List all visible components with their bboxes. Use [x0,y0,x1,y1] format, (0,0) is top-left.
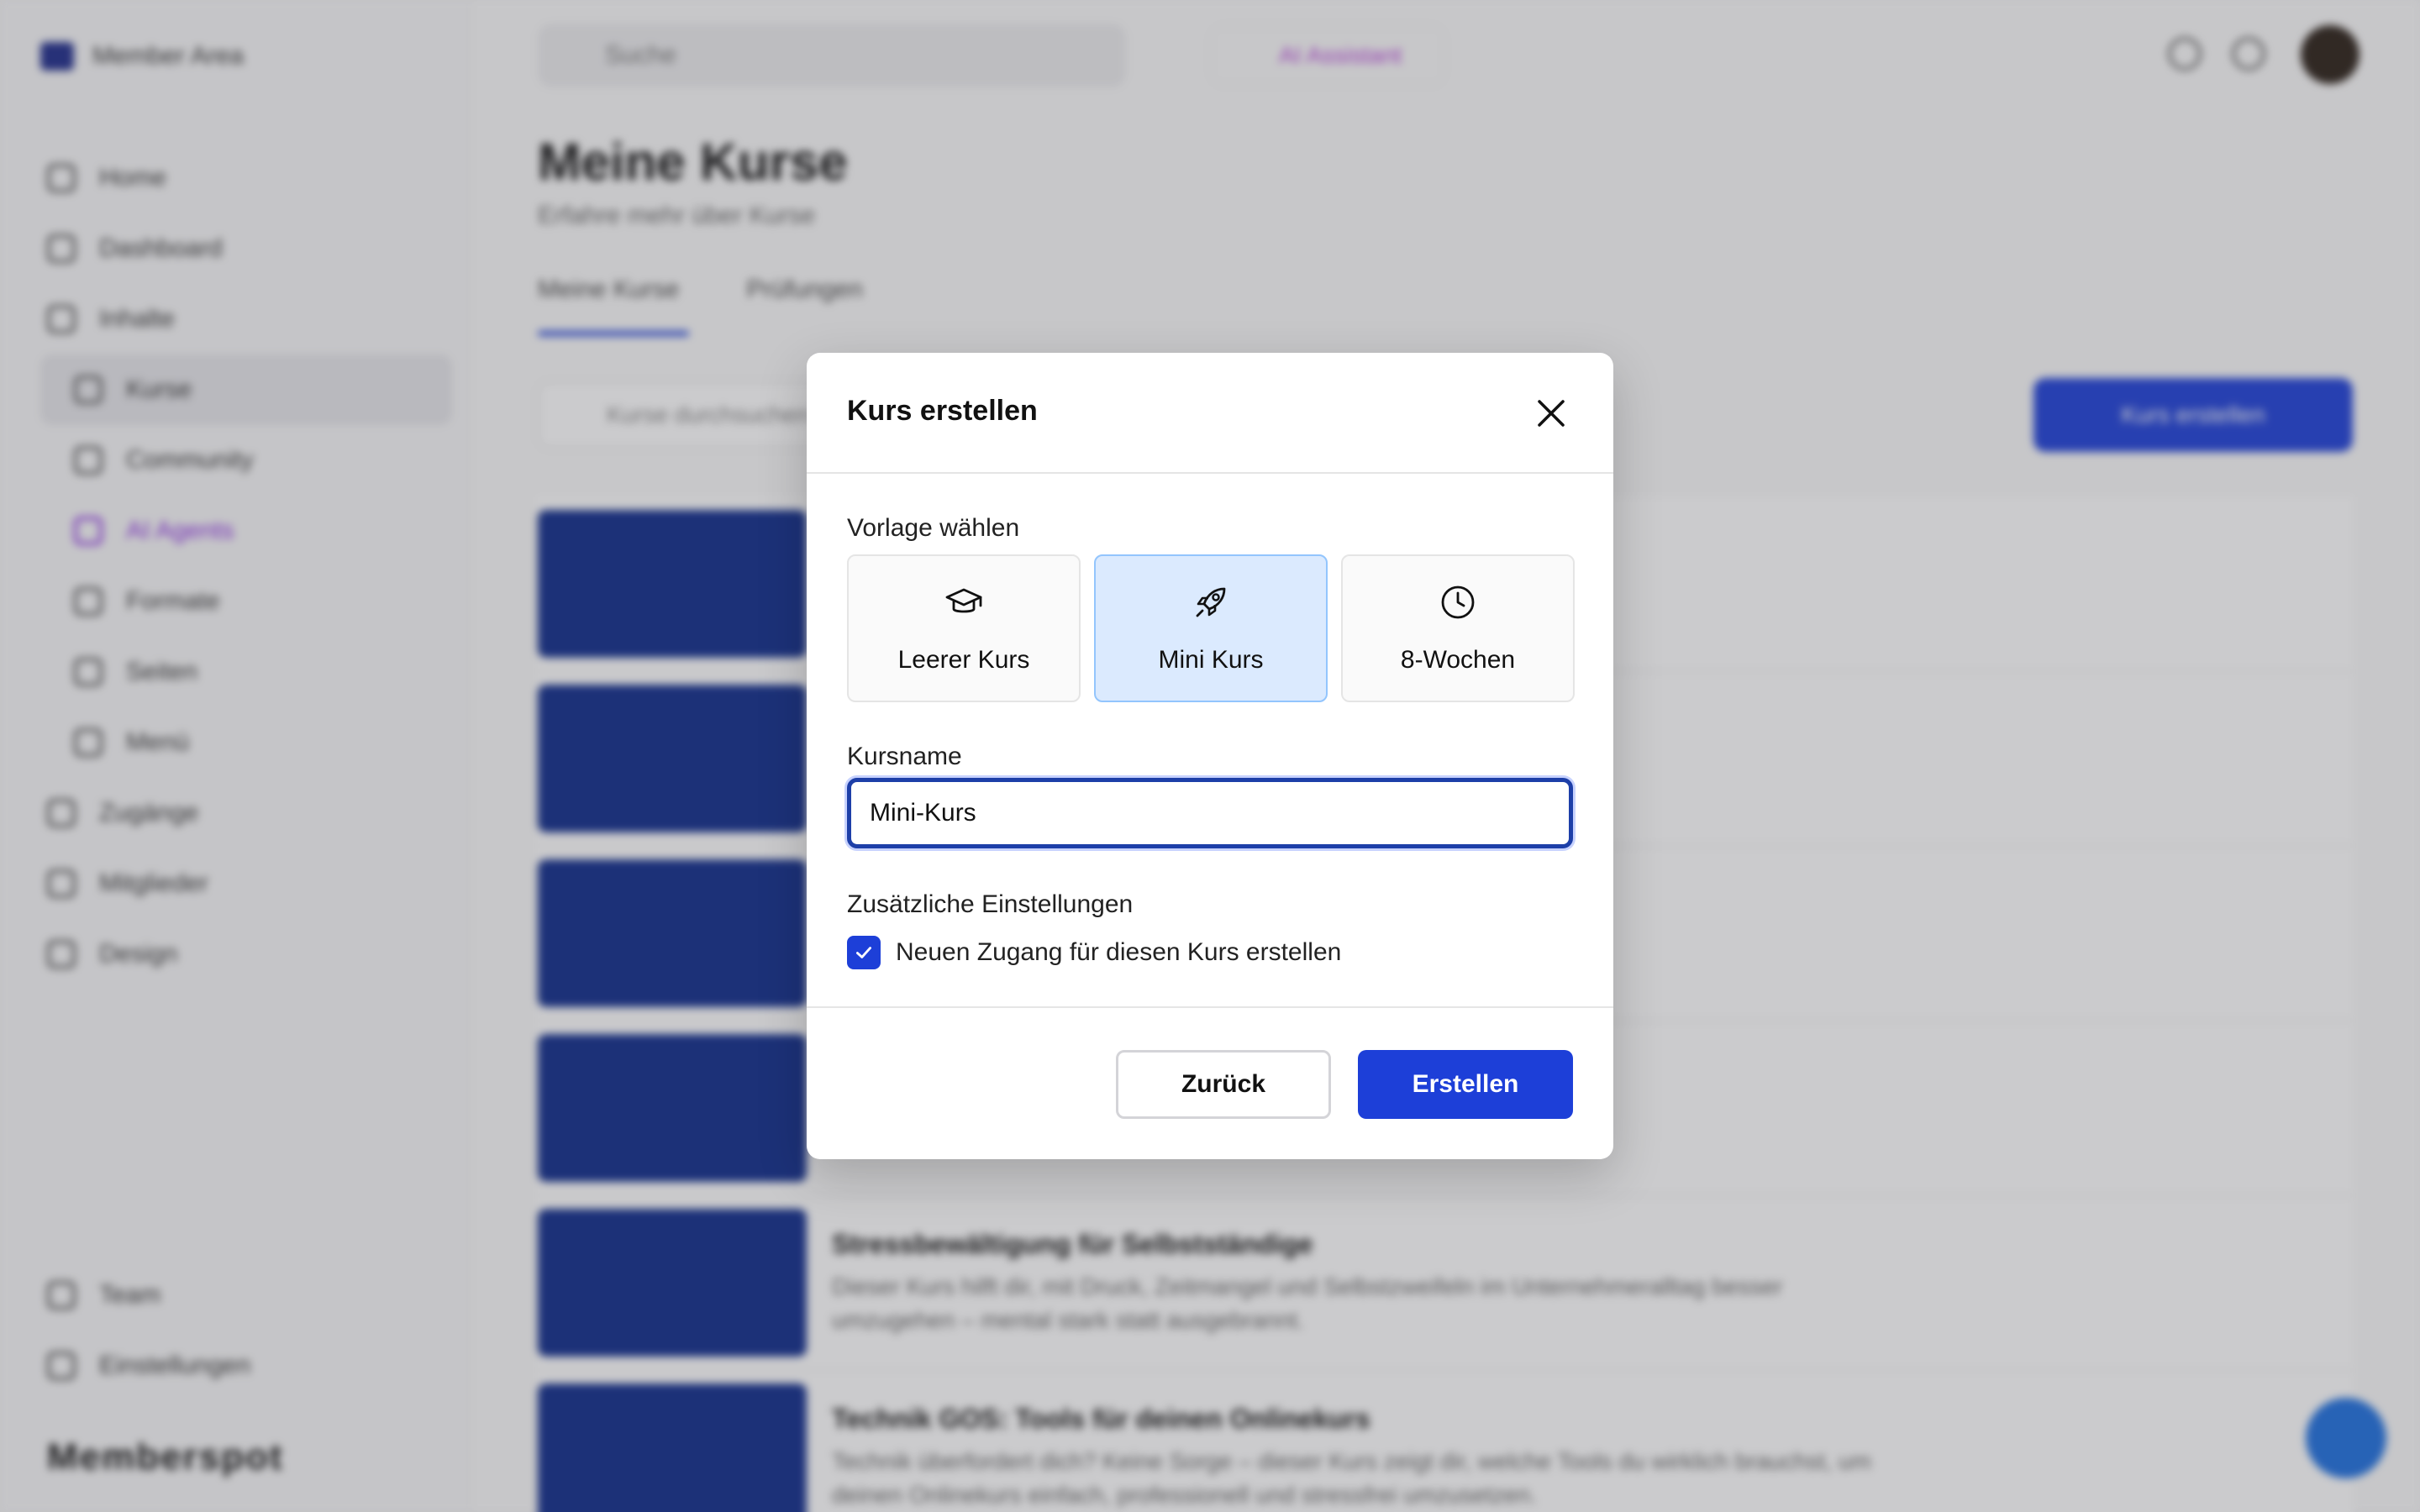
dialog-title: Kurs erstellen [847,395,1038,427]
rocket-icon [1196,587,1226,617]
template-card-8-wochen[interactable]: 8-Wochen [1341,554,1575,702]
dialog-body: Vorlage wählen Leerer Kurs Mini Kurs 8-W… [807,474,1613,1008]
dialog-header: Kurs erstellen [807,353,1613,474]
course-name-label: Kursname [847,743,962,770]
template-label: Leerer Kurs [897,646,1030,674]
create-course-dialog: Kurs erstellen Vorlage wählen Leerer Kur… [807,353,1613,1159]
dialog-footer: Zurück Erstellen [807,1008,1613,1156]
clock-icon [1441,585,1475,619]
template-label: Mini Kurs [1158,646,1264,674]
extra-settings-label: Zusätzliche Einstellungen [847,890,1134,918]
course-name-input[interactable] [870,799,1542,827]
close-icon [1538,400,1565,427]
template-options: Leerer Kurs Mini Kurs 8-Wochen [847,554,1575,702]
template-card-leerer-kurs[interactable]: Leerer Kurs [847,554,1081,702]
create-access-label: Neuen Zugang für diesen Kurs erstellen [896,938,1342,966]
template-section-label: Vorlage wählen [847,514,1020,542]
checkmark-icon [856,947,871,958]
create-button[interactable]: Erstellen [1358,1050,1573,1119]
close-button[interactable] [1529,391,1573,435]
template-label: 8-Wochen [1400,646,1516,674]
create-access-option[interactable]: Neuen Zugang für diesen Kurs erstellen [847,936,1341,969]
back-button[interactable]: Zurück [1116,1050,1331,1119]
graduation-cap-icon [945,588,982,613]
template-card-mini-kurs[interactable]: Mini Kurs [1094,554,1328,702]
course-name-field[interactable] [847,778,1573,848]
create-access-checkbox[interactable] [847,936,881,969]
